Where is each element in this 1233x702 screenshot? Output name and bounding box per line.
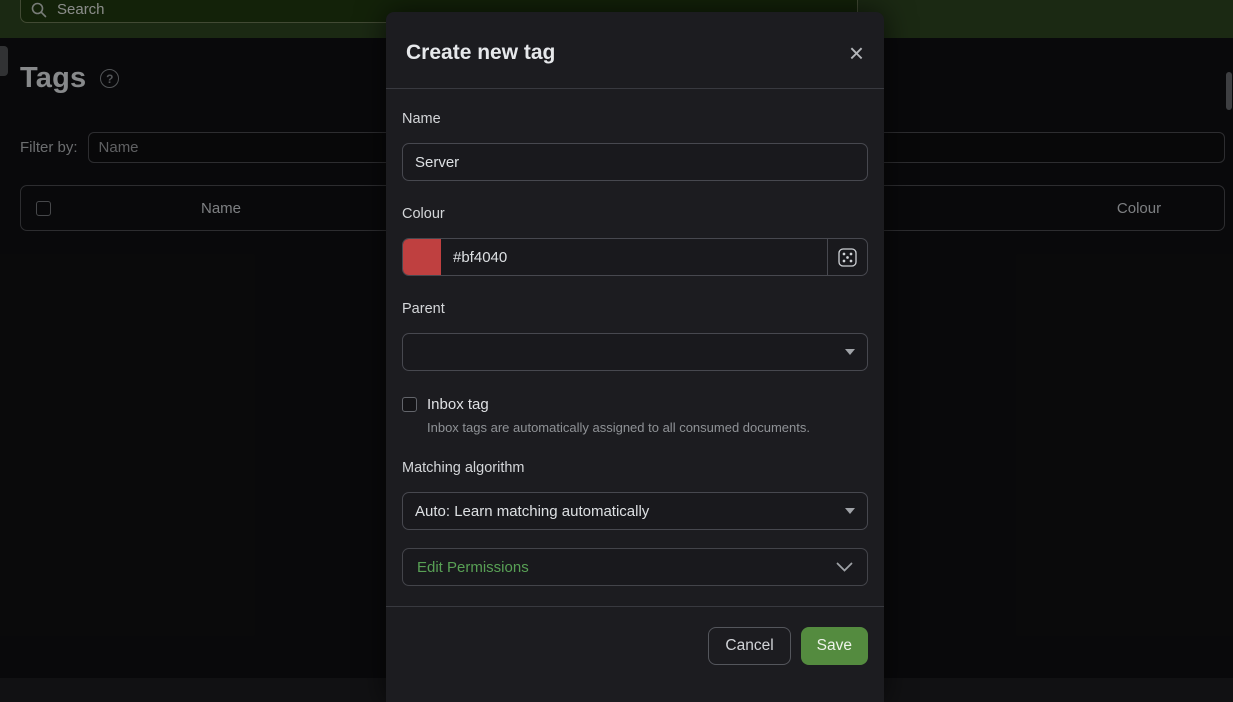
colour-input[interactable] xyxy=(441,239,827,275)
edit-permissions-label: Edit Permissions xyxy=(417,559,529,576)
modal-title: Create new tag xyxy=(406,40,555,65)
chevron-down-icon xyxy=(836,562,853,573)
modal-body: Name Colour xyxy=(386,89,884,586)
close-icon[interactable]: × xyxy=(849,43,864,63)
modal-header: Create new tag × xyxy=(386,12,884,89)
colour-input-group xyxy=(402,238,868,276)
colour-field: Colour xyxy=(402,206,868,276)
inbox-tag-checkbox[interactable] xyxy=(402,397,417,412)
inbox-tag-hint: Inbox tags are automatically assigned to… xyxy=(427,420,868,435)
parent-select[interactable] xyxy=(402,333,868,371)
matching-field: Matching algorithm Auto: Learn matching … xyxy=(402,460,868,530)
parent-label: Parent xyxy=(402,301,868,318)
name-field: Name xyxy=(402,111,868,181)
colour-label: Colour xyxy=(402,206,868,223)
cancel-button[interactable]: Cancel xyxy=(708,627,790,665)
modal-footer: Cancel Save xyxy=(386,606,884,685)
parent-field: Parent xyxy=(402,301,868,371)
caret-down-icon xyxy=(845,508,855,514)
inbox-tag-field: Inbox tag Inbox tags are automatically a… xyxy=(402,396,868,435)
random-colour-button[interactable] xyxy=(827,239,867,275)
matching-label: Matching algorithm xyxy=(402,460,868,477)
name-input[interactable] xyxy=(403,144,867,180)
matching-select-value: Auto: Learn matching automatically xyxy=(415,503,649,520)
name-label: Name xyxy=(402,111,868,128)
caret-down-icon xyxy=(845,349,855,355)
inbox-tag-label[interactable]: Inbox tag xyxy=(427,396,489,413)
create-tag-modal: Create new tag × Name Colour xyxy=(386,12,884,702)
edit-permissions-accordion[interactable]: Edit Permissions xyxy=(402,548,868,586)
name-input-wrap xyxy=(402,143,868,181)
dice-icon xyxy=(838,248,857,267)
colour-swatch xyxy=(403,239,441,275)
save-button[interactable]: Save xyxy=(801,627,868,665)
matching-select[interactable]: Auto: Learn matching automatically xyxy=(402,492,868,530)
